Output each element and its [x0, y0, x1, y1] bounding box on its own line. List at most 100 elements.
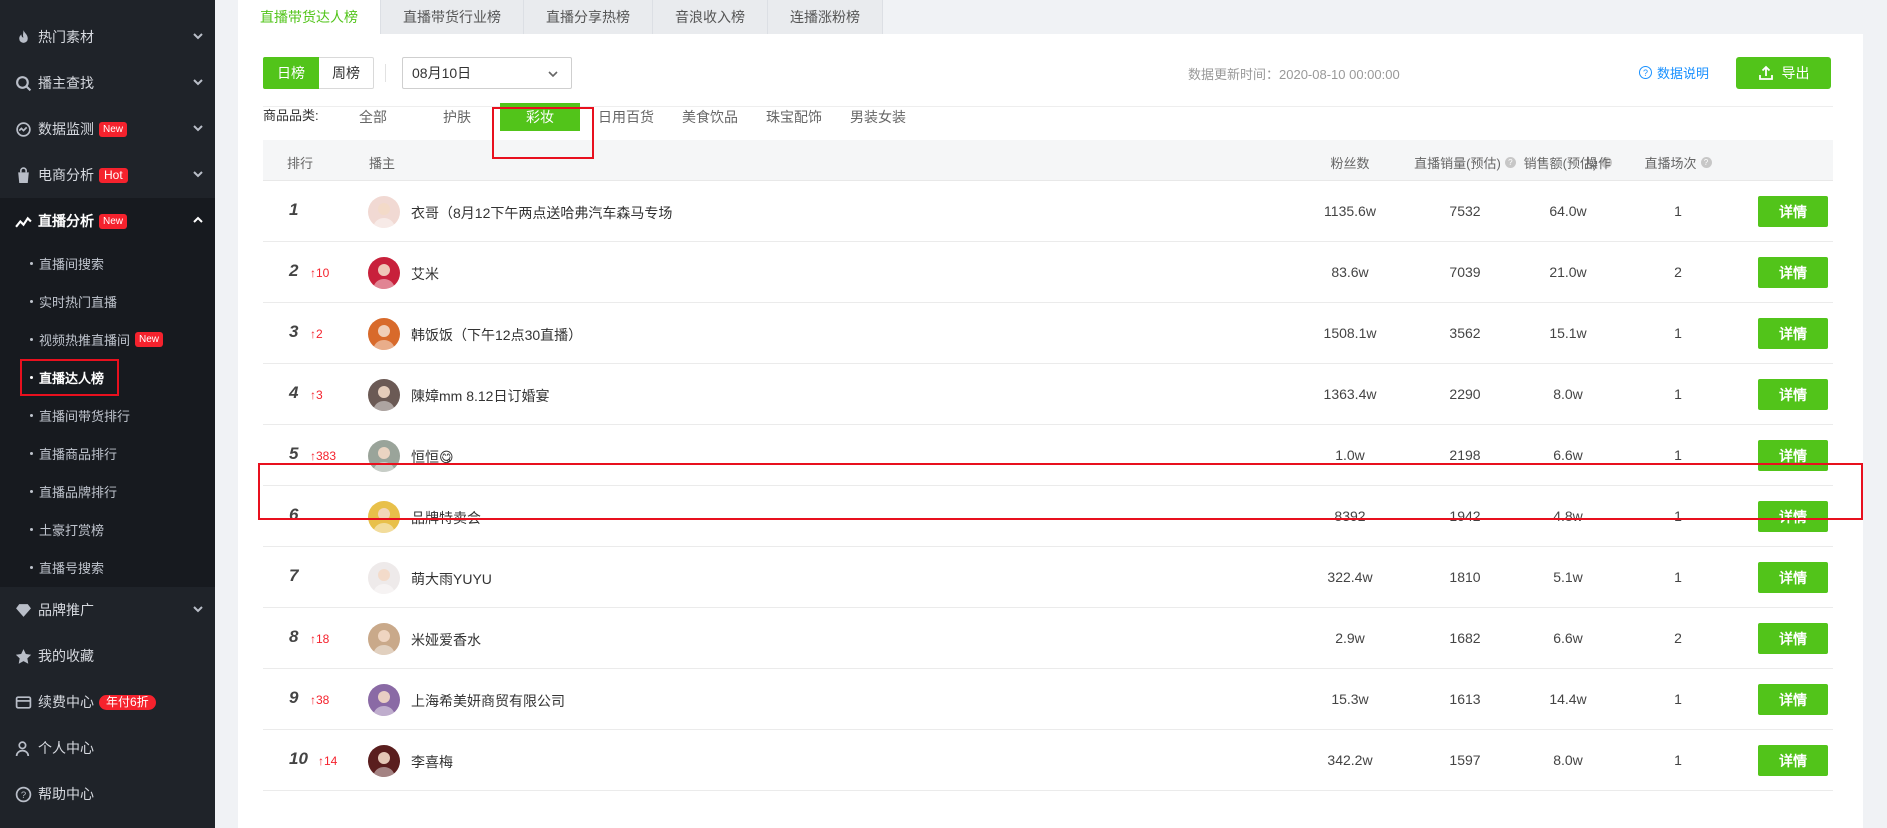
category-apparel[interactable]: 男装女装 — [850, 107, 906, 127]
avatar[interactable] — [368, 318, 400, 350]
session-count: 2 — [1674, 630, 1682, 646]
sales-count: 2290 — [1449, 386, 1481, 402]
rank-change: ↑2 — [310, 327, 323, 341]
divider — [385, 64, 386, 82]
category-skincare[interactable]: 护肤 — [443, 107, 471, 127]
daily-rank-button[interactable]: 日榜 — [263, 57, 319, 89]
detail-button[interactable]: 详情 — [1758, 745, 1828, 776]
rank-change: ↑38 — [310, 693, 330, 707]
sales-count: 7532 — [1449, 203, 1481, 219]
sidebar-item-label: 热门素材 — [38, 29, 94, 45]
host-name[interactable]: 衣哥（8月12下午两点送哈弗汽车森马专场 — [411, 203, 672, 223]
new-badge: New — [99, 213, 128, 229]
avatar[interactable] — [368, 623, 400, 655]
sales-count: 3562 — [1449, 325, 1481, 341]
chevron-down-icon — [191, 75, 205, 89]
category-food-drink[interactable]: 美食饮品 — [682, 107, 738, 127]
avatar[interactable] — [368, 745, 400, 777]
category-daily-goods[interactable]: 日用百货 — [598, 107, 654, 127]
weekly-rank-button[interactable]: 周榜 — [319, 57, 374, 89]
submenu-tipping-rank[interactable]: 土豪打赏榜 — [0, 510, 215, 548]
sidebar-item-favorites[interactable]: 我的收藏 — [0, 633, 215, 679]
sidebar-item-help[interactable]: ? 帮助中心 — [0, 771, 215, 817]
sidebar-item-renewal[interactable]: 续费中心 年付6折 — [0, 679, 215, 725]
detail-button[interactable]: 详情 — [1758, 684, 1828, 715]
submenu-live-product-rank[interactable]: 直播商品排行 — [0, 434, 215, 472]
submenu-live-brand-rank[interactable]: 直播品牌排行 — [0, 472, 215, 510]
detail-button[interactable]: 详情 — [1758, 257, 1828, 288]
tab-live-sales-influencer[interactable]: 直播带货达人榜 — [238, 0, 381, 34]
avatar[interactable] — [368, 379, 400, 411]
detail-button[interactable]: 详情 — [1758, 501, 1828, 532]
sidebar-item-live-analysis[interactable]: 直播分析 New — [0, 198, 215, 244]
avatar[interactable] — [368, 562, 400, 594]
discount-badge: 年付6折 — [99, 694, 156, 710]
date-select[interactable]: 08月10日 — [402, 57, 572, 89]
avatar[interactable] — [368, 440, 400, 472]
submenu-live-influencer-rank[interactable]: 直播达人榜 — [0, 358, 215, 396]
sidebar-item-brand-promo[interactable]: 品牌推广 — [0, 587, 215, 633]
detail-button[interactable]: 详情 — [1758, 379, 1828, 410]
data-explain-link[interactable]: ? 数据说明 — [1639, 63, 1709, 82]
detail-button[interactable]: 详情 — [1758, 440, 1828, 471]
sidebar-item-host-search[interactable]: 播主查找 — [0, 60, 215, 106]
host-name[interactable]: 恒恒😋 — [411, 447, 454, 467]
sales-count: 1942 — [1449, 508, 1481, 524]
sidebar-item-label: 直播分析 — [38, 213, 94, 229]
avatar[interactable] — [368, 257, 400, 289]
fans-count: 8392 — [1334, 508, 1366, 524]
host-name[interactable]: 李喜梅 — [411, 752, 453, 772]
chevron-down-icon — [191, 29, 205, 43]
host-name[interactable]: 萌大雨YUYU — [411, 569, 492, 589]
host-name[interactable]: 韩饭饭（下午12点30直播） — [411, 325, 582, 345]
category-jewelry[interactable]: 珠宝配饰 — [766, 107, 822, 127]
tab-live-sales-industry[interactable]: 直播带货行业榜 — [381, 0, 524, 34]
export-button[interactable]: 导出 — [1736, 57, 1831, 89]
host-name[interactable]: 陳嫜mm 8.12日订婚宴 — [411, 386, 549, 406]
sidebar-item-label: 品牌推广 — [38, 602, 94, 618]
host-name[interactable]: 米娅爱香水 — [411, 630, 481, 650]
avatar[interactable] — [368, 501, 400, 533]
tab-follower-growth[interactable]: 连播涨粉榜 — [768, 0, 883, 34]
sales-amount: 15.1w — [1549, 325, 1587, 341]
sidebar: 热门素材 播主查找 数据监测 New 电商分析 Hot 直播分析 New 直播间… — [0, 0, 215, 828]
submenu-live-room-search[interactable]: 直播间搜索 — [0, 244, 215, 282]
info-icon[interactable]: ? — [1700, 157, 1712, 168]
avatar[interactable] — [368, 196, 400, 228]
category-all[interactable]: 全部 — [359, 107, 387, 127]
category-makeup[interactable]: 彩妆 — [500, 103, 580, 131]
avatar[interactable] — [368, 684, 400, 716]
tab-live-share-hot[interactable]: 直播分享热榜 — [524, 0, 653, 34]
sales-amount: 14.4w — [1549, 691, 1587, 707]
detail-button[interactable]: 详情 — [1758, 562, 1828, 593]
tab-sound-income[interactable]: 音浪收入榜 — [653, 0, 768, 34]
sidebar-item-hot-material[interactable]: 热门素材 — [0, 14, 215, 60]
host-name[interactable]: 品牌特卖会 — [411, 508, 481, 528]
rank-number: 9 — [289, 688, 299, 707]
submenu-realtime-hot-live[interactable]: 实时热门直播 — [0, 282, 215, 320]
session-count: 1 — [1674, 325, 1682, 341]
rank-change: ↑383 — [310, 449, 337, 463]
header-action: 操作 — [1584, 156, 1611, 171]
sidebar-item-ecommerce[interactable]: 电商分析 Hot — [0, 152, 215, 198]
detail-button[interactable]: 详情 — [1758, 318, 1828, 349]
table-row: 1 衣哥（8月12下午两点送哈弗汽车森马专场 1135.6w 7532 64.0w 1 详情 — [263, 181, 1833, 242]
submenu-live-room-sales-rank[interactable]: 直播间带货排行 — [0, 396, 215, 434]
sidebar-item-profile[interactable]: 个人中心 — [0, 725, 215, 771]
host-name[interactable]: 上海希美妍商贸有限公司 — [411, 691, 565, 711]
fans-count: 15.3w — [1331, 691, 1369, 707]
table-row: 6 品牌特卖会 8392 1942 4.8w 1 详情 — [263, 486, 1833, 547]
submenu-video-hot-live[interactable]: 视频热推直播间 New — [0, 320, 215, 358]
session-count: 1 — [1674, 203, 1682, 219]
live-analysis-submenu: 直播间搜索 实时热门直播 视频热推直播间 New 直播达人榜 直播间带货排行 直播… — [0, 244, 215, 587]
session-count: 1 — [1674, 386, 1682, 402]
detail-button[interactable]: 详情 — [1758, 196, 1828, 227]
submenu-live-account-search[interactable]: 直播号搜索 — [0, 548, 215, 586]
table-row: 10 ↑14 李喜梅 342.2w 1597 8.0w 1 详情 — [263, 730, 1833, 791]
sales-amount: 6.6w — [1553, 447, 1583, 463]
sidebar-item-label: 电商分析 — [38, 167, 94, 183]
fans-count: 1508.1w — [1323, 325, 1377, 341]
detail-button[interactable]: 详情 — [1758, 623, 1828, 654]
host-name[interactable]: 艾米 — [411, 264, 439, 284]
sidebar-item-data-monitor[interactable]: 数据监测 New — [0, 106, 215, 152]
